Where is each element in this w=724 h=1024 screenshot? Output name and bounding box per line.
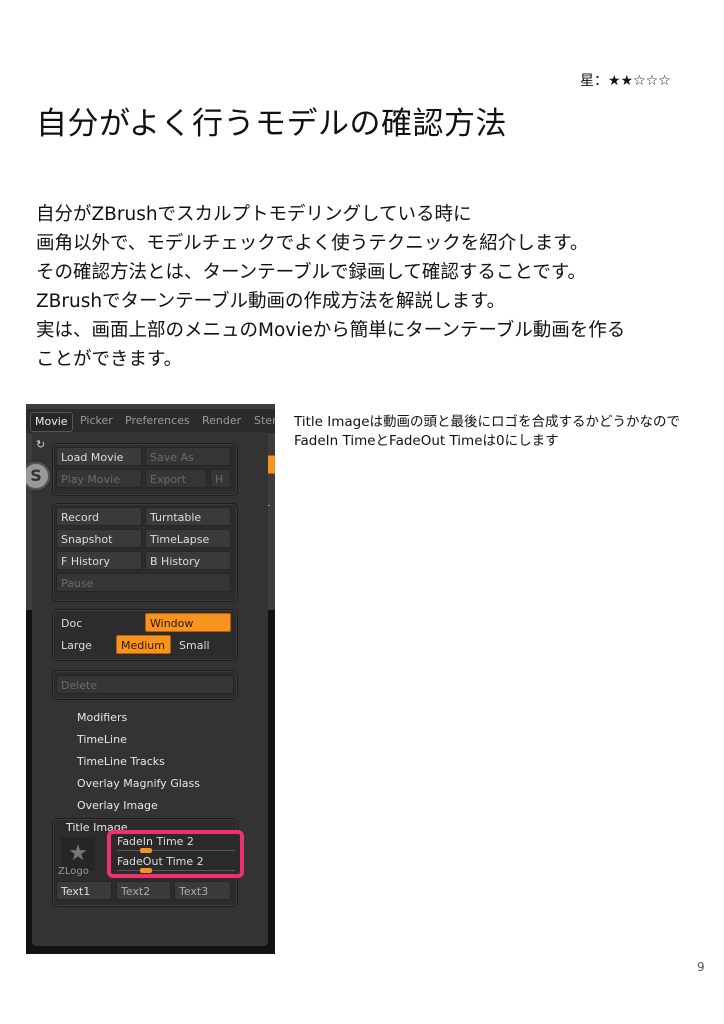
h-button[interactable]: H	[210, 469, 231, 488]
fadein-time-slider[interactable]	[117, 848, 235, 853]
zlogo-label: ZLogo	[58, 866, 89, 877]
f-history-button[interactable]: F History	[56, 551, 142, 570]
page-number: 9	[697, 960, 705, 974]
file-group: Load Movie Save As Play Movie Export H	[52, 443, 238, 496]
delete-group: Delete	[52, 670, 238, 700]
export-button[interactable]: Export	[145, 469, 207, 488]
intro-line: 自分がZBrushでスカルプトモデリングしている時に	[36, 204, 472, 225]
timelapse-button[interactable]: TimeLapse	[145, 529, 231, 548]
movie-menu-panel: ↻ S Load Movie Save As Play Movie Export…	[26, 432, 268, 946]
pause-button[interactable]: Pause	[56, 573, 231, 592]
text3-button[interactable]: Text3	[174, 881, 231, 900]
fadeout-time-slider[interactable]	[117, 868, 235, 873]
size-group: Doc Window Large Medium Small	[52, 609, 238, 661]
b-history-button[interactable]: B History	[145, 551, 231, 570]
logo-circle-icon: S	[26, 462, 50, 490]
intro-line: ZBrushでターンテーブル動画の作成方法を解説します。	[36, 291, 506, 312]
page-title: 自分がよく行うモデルの確認方法	[36, 106, 507, 142]
text1-button[interactable]: Text1	[56, 881, 112, 900]
title-image-note: Title Imageは動画の頭と最後にロゴを合成するかどうかなのでFadeIn…	[294, 414, 681, 449]
fadein-slider-knob[interactable]	[140, 848, 152, 853]
tab-preferences[interactable]: Preferences	[121, 412, 194, 430]
load-movie-button[interactable]: Load Movie	[56, 447, 142, 466]
intro-line: その確認方法とは、ターンテーブルで録画して確認することです。	[36, 262, 587, 283]
tab-stencil[interactable]: Sten	[250, 412, 275, 430]
refresh-icon[interactable]: ↻	[36, 438, 45, 451]
tab-movie[interactable]: Movie	[30, 412, 73, 432]
fadeout-time-slider-label: FadeOut Time 2	[117, 855, 204, 868]
tab-render[interactable]: Render	[198, 412, 245, 430]
intro-line: ことができます。	[36, 349, 183, 370]
delete-button[interactable]: Delete	[56, 675, 234, 694]
large-button[interactable]: Large	[56, 635, 112, 654]
menu-item-overlay-magnify-glass[interactable]: Overlay Magnify Glass	[77, 777, 200, 790]
medium-button[interactable]: Medium	[116, 635, 171, 654]
record-group: Record Turntable Snapshot TimeLapse F Hi…	[52, 503, 238, 602]
snapshot-button[interactable]: Snapshot	[56, 529, 142, 548]
menu-item-modifiers[interactable]: Modifiers	[77, 711, 127, 724]
fadein-time-slider-label: FadeIn Time 2	[117, 835, 194, 848]
menu-item-timeline[interactable]: TimeLine	[77, 733, 127, 746]
intro-line: 実は、画面上部のメニュのMovieから簡単にターンテーブル動画を作る	[36, 320, 626, 341]
small-button[interactable]: Small	[174, 635, 231, 654]
menu-tab-bar: Movie Picker Preferences Render Sten	[26, 409, 275, 433]
menu-item-overlay-image[interactable]: Overlay Image	[77, 799, 158, 812]
zbrush-movie-menu-screenshot: Movie Picker Preferences Render Sten add…	[26, 404, 275, 954]
text2-button[interactable]: Text2	[116, 881, 171, 900]
fadeout-slider-knob[interactable]	[140, 868, 152, 873]
doc-button[interactable]: Doc	[56, 613, 142, 632]
play-movie-button[interactable]: Play Movie	[56, 469, 142, 488]
record-button[interactable]: Record	[56, 507, 142, 526]
highlight-box: FadeIn Time 2 FadeOut Time 2	[107, 830, 244, 878]
save-as-button[interactable]: Save As	[145, 447, 231, 466]
window-button[interactable]: Window	[145, 613, 231, 632]
turntable-button[interactable]: Turntable	[145, 507, 231, 526]
tab-picker[interactable]: Picker	[76, 412, 117, 430]
difficulty-rating: 星：★★☆☆☆	[580, 73, 671, 89]
intro-paragraph: 自分がZBrushでスカルプトモデリングしている時に 画角以外で、モデルチェック…	[36, 200, 625, 374]
menu-item-timeline-tracks[interactable]: TimeLine Tracks	[77, 755, 165, 768]
intro-line: 画角以外で、モデルチェックでよく使うテクニックを紹介します。	[36, 233, 589, 254]
